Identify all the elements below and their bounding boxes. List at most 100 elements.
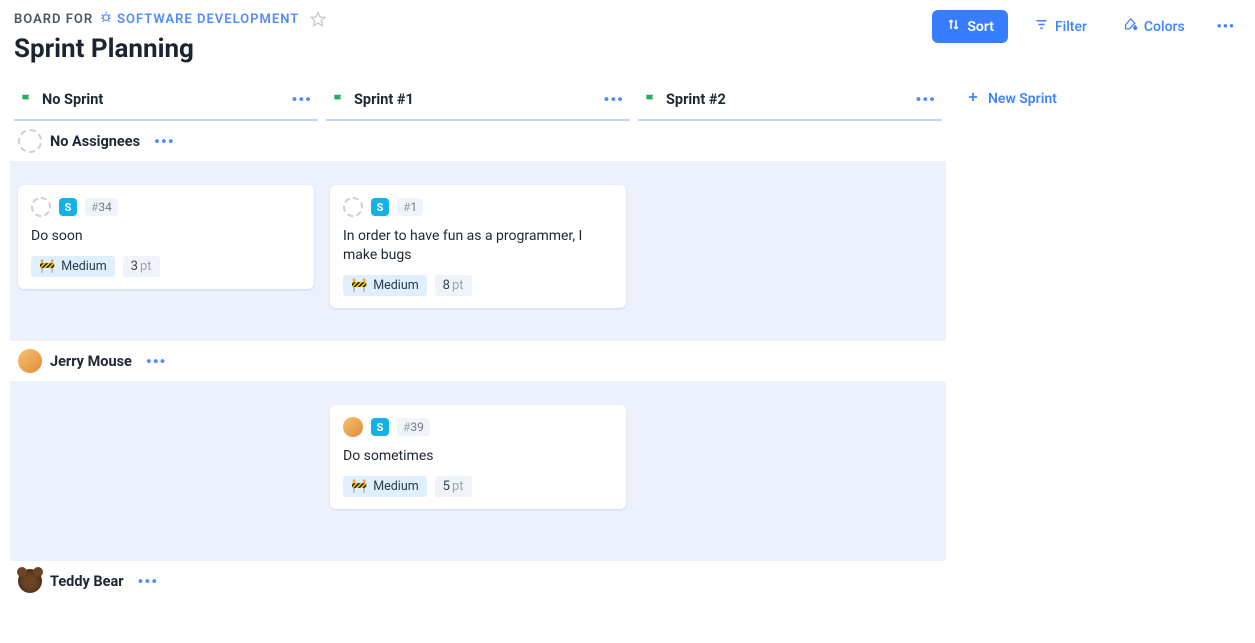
page-header: BOARD FOR SOFTWARE DEVELOPMENT Sprint Pl… — [0, 0, 1255, 76]
story-points-chip: 3pt — [123, 256, 160, 277]
swimlane: Teddy Bear ••• — [10, 561, 946, 601]
flag-icon — [332, 93, 346, 107]
card-title: Do sometimes — [343, 447, 613, 466]
priority-chip: 🚧 Medium — [31, 256, 115, 277]
priority-chip: 🚧 Medium — [343, 275, 427, 296]
points-value: 3 — [131, 259, 138, 274]
card[interactable]: S #34 Do soon 🚧 Medium 3pt — [18, 185, 314, 289]
bug-icon — [99, 10, 113, 28]
filter-icon — [1034, 17, 1049, 36]
story-points-chip: 5pt — [435, 476, 472, 497]
priority-label: Medium — [373, 278, 418, 293]
column-title: Sprint #1 — [354, 91, 595, 108]
unassigned-avatar-icon — [31, 197, 51, 217]
column-menu-button[interactable]: ••• — [291, 90, 312, 109]
column-title: Sprint #2 — [666, 91, 907, 108]
column-header[interactable]: No Sprint ••• — [14, 82, 318, 121]
swimlane-body: S #39 Do sometimes 🚧 Medium 5pt — [10, 381, 946, 561]
priority-label: Medium — [61, 259, 106, 274]
card-id-number: 39 — [410, 420, 424, 434]
priority-icon: 🚧 — [39, 260, 55, 273]
story-type-badge: S — [59, 198, 77, 216]
points-unit: pt — [140, 259, 152, 274]
swimlane-menu-button[interactable]: ••• — [154, 132, 175, 151]
priority-icon: 🚧 — [351, 279, 367, 292]
board-cell[interactable] — [634, 161, 946, 341]
new-sprint-column: New Sprint — [956, 82, 1067, 116]
card-title: Do soon — [31, 227, 301, 246]
swimlane: Jerry Mouse ••• S #39 Do sometimes — [10, 341, 946, 561]
card-id-number: 1 — [410, 200, 417, 214]
columns-and-lanes: No Sprint ••• Sprint #1 ••• — [10, 82, 946, 601]
filter-button[interactable]: Filter — [1024, 11, 1097, 42]
card[interactable]: S #39 Do sometimes 🚧 Medium 5pt — [330, 405, 626, 509]
board-cell[interactable]: S #1 In order to have fun as a programme… — [322, 161, 634, 341]
card-meta: 🚧 Medium 8pt — [343, 275, 613, 296]
user-avatar-icon — [18, 349, 42, 373]
more-menu-button[interactable]: ••• — [1211, 13, 1241, 41]
user-avatar-icon — [18, 569, 42, 593]
column-menu-button[interactable]: ••• — [603, 90, 624, 109]
column-menu-button[interactable]: ••• — [915, 90, 936, 109]
priority-chip: 🚧 Medium — [343, 476, 427, 497]
points-value: 8 — [443, 278, 450, 293]
card-id-chip: #34 — [85, 198, 118, 216]
filter-label: Filter — [1055, 19, 1087, 35]
more-horizontal-icon: ••• — [1217, 19, 1235, 35]
column-title: No Sprint — [42, 91, 283, 108]
column-headers-row: No Sprint ••• Sprint #1 ••• — [10, 82, 946, 121]
card-meta: 🚧 Medium 3pt — [31, 256, 301, 277]
user-avatar-icon — [343, 417, 363, 437]
board-cell[interactable] — [10, 381, 322, 561]
swimlane-menu-button[interactable]: ••• — [146, 352, 167, 371]
new-sprint-label: New Sprint — [988, 91, 1057, 107]
points-value: 5 — [443, 479, 450, 494]
card-top-row: S #1 — [343, 197, 613, 217]
card-id-chip: #1 — [397, 198, 423, 216]
swimlane: No Assignees ••• S #34 Do soon — [10, 121, 946, 341]
colors-button[interactable]: Colors — [1113, 11, 1195, 42]
unassigned-avatar-icon — [343, 197, 363, 217]
unassigned-avatar-icon — [18, 129, 42, 153]
swimlane-body: S #34 Do soon 🚧 Medium 3pt — [10, 161, 946, 341]
card-top-row: S #34 — [31, 197, 301, 217]
kanban-board: No Sprint ••• Sprint #1 ••• — [0, 76, 1255, 611]
sort-label: Sort — [967, 19, 994, 35]
breadcrumb-project-link[interactable]: SOFTWARE DEVELOPMENT — [99, 10, 299, 28]
swimlane-header[interactable]: No Assignees ••• — [10, 121, 946, 161]
swimlanes: No Assignees ••• S #34 Do soon — [10, 121, 946, 601]
favorite-star-button[interactable] — [309, 10, 327, 28]
plus-icon — [966, 90, 980, 108]
card-top-row: S #39 — [343, 417, 613, 437]
swimlane-title: Teddy Bear — [50, 573, 124, 590]
card-meta: 🚧 Medium 5pt — [343, 476, 613, 497]
breadcrumb-project-name: SOFTWARE DEVELOPMENT — [117, 12, 299, 27]
swimlane-title: Jerry Mouse — [50, 353, 132, 370]
priority-icon: 🚧 — [351, 480, 367, 493]
column-header[interactable]: Sprint #1 ••• — [326, 82, 630, 121]
card-id-chip: #39 — [397, 418, 430, 436]
swimlane-header[interactable]: Teddy Bear ••• — [10, 561, 946, 601]
card[interactable]: S #1 In order to have fun as a programme… — [330, 185, 626, 308]
colors-label: Colors — [1144, 19, 1185, 35]
board-cell[interactable] — [634, 381, 946, 561]
card-id-number: 34 — [98, 200, 112, 214]
story-type-badge: S — [371, 198, 389, 216]
column-header[interactable]: Sprint #2 ••• — [638, 82, 942, 121]
sort-icon — [946, 17, 961, 36]
breadcrumb-prefix: BOARD FOR — [14, 12, 93, 27]
new-sprint-button[interactable]: New Sprint — [956, 82, 1067, 116]
story-type-badge: S — [371, 418, 389, 436]
flag-icon — [20, 93, 34, 107]
swimlane-title: No Assignees — [50, 133, 140, 150]
swimlane-menu-button[interactable]: ••• — [138, 572, 159, 591]
sort-button[interactable]: Sort — [932, 10, 1008, 43]
board-cell[interactable]: S #34 Do soon 🚧 Medium 3pt — [10, 161, 322, 341]
points-unit: pt — [452, 278, 464, 293]
swimlane-header[interactable]: Jerry Mouse ••• — [10, 341, 946, 381]
board-cell[interactable]: S #39 Do sometimes 🚧 Medium 5pt — [322, 381, 634, 561]
story-points-chip: 8pt — [435, 275, 472, 296]
priority-label: Medium — [373, 479, 418, 494]
card-title: In order to have fun as a programmer, I … — [343, 227, 613, 265]
header-actions: Sort Filter Colors ••• — [932, 10, 1241, 43]
